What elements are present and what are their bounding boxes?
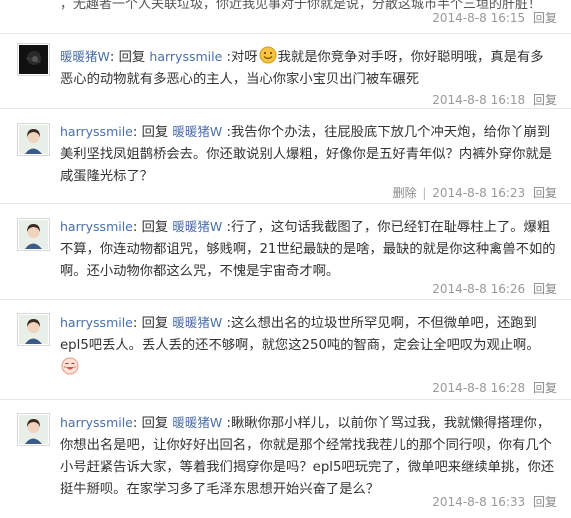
smile-emoji-icon (259, 46, 277, 64)
reply-target-user[interactable]: 暖暖猪W (172, 219, 222, 234)
reply-meta: 2014-8-8 16:28 回复 (432, 379, 557, 396)
reply-content: harryssmile: 回复 暖暖猪W :我告你个办法，往屁股底下放几个冲天炮… (60, 121, 556, 188)
reply-button[interactable]: 回复 (533, 381, 557, 395)
reply-button[interactable]: 回复 (533, 186, 557, 200)
girl-avatar-icon (19, 220, 48, 249)
reply-content: 暖暖猪W: 回复 harryssmile :对呀 我就是你竞争对手呀，你好聪明哦，… (60, 46, 556, 91)
reply-button[interactable]: 回复 (533, 11, 557, 25)
reply-content: harryssmile: 回复 暖暖猪W :瞅瞅你那小样儿，以前你丫骂过我，我就… (60, 412, 556, 501)
reply-author[interactable]: 暖暖猪W (60, 49, 110, 64)
dark-avatar-icon (19, 45, 48, 74)
reply-author[interactable]: harryssmile (60, 415, 133, 430)
reply-meta: 2014-8-8 16:18 回复 (432, 91, 557, 108)
reply-time: 2014-8-8 16:33 (432, 495, 526, 509)
reply-meta: 删除 | 2014-8-8 16:23 回复 (392, 186, 557, 200)
reply-button[interactable]: 回复 (533, 93, 557, 107)
girl-avatar-icon (19, 125, 48, 154)
reply-target-user[interactable]: 暖暖猪W (172, 315, 222, 330)
reply-text: :对呀 (222, 50, 258, 65)
reply-content: harryssmile: 回复 暖暖猪W :行了，这句话我截图了，你已经钉在耻辱… (60, 216, 556, 283)
reply-floor: harryssmile: 回复 暖暖猪W :这么想出名的垃圾世所罕见啊，不但微单… (0, 300, 571, 400)
reply-author[interactable]: harryssmile (60, 219, 133, 234)
reply-floor: harryssmile: 回复 暖暖猪W :行了，这句话我截图了，你已经钉在耻辱… (0, 204, 571, 300)
reply-prefix: : 回复 (132, 416, 173, 431)
reply-prefix: : 回复 (132, 316, 173, 331)
reply-target-user[interactable]: 暖暖猪W (172, 415, 222, 430)
reply-meta: 2014-8-8 16:15 回复 (432, 9, 557, 26)
reply-meta: 2014-8-8 16:26 回复 (432, 280, 557, 297)
reply-time: 2014-8-8 16:18 (432, 93, 526, 107)
partial-reply-floor: ，无趣者一个人关联垃圾，你近我见事对于你就是说，分散这城市半个三垣的肝脏！ 20… (0, 0, 571, 34)
reply-floor: 暖暖猪W: 回复 harryssmile :对呀 我就是你竞争对手呀，你好聪明哦，… (0, 34, 571, 109)
reply-author[interactable]: harryssmile (60, 124, 133, 139)
avatar[interactable] (17, 313, 50, 346)
reply-target-user[interactable]: 暖暖猪W (172, 124, 222, 139)
avatar[interactable] (17, 123, 50, 156)
reply-button[interactable]: 回复 (533, 282, 557, 296)
reply-button[interactable]: 回复 (533, 495, 557, 509)
reply-meta: 2014-8-8 16:33 回复 (432, 493, 557, 510)
reply-floor: harryssmile: 回复 暖暖猪W :我告你个办法，往屁股底下放几个冲天炮… (0, 109, 571, 204)
reply-floor: harryssmile: 回复 暖暖猪W :瞅瞅你那小样儿，以前你丫骂过我，我就… (0, 400, 571, 518)
avatar[interactable] (17, 43, 50, 76)
reply-time: 2014-8-8 16:23 (432, 186, 526, 200)
reply-time: 2014-8-8 16:26 (432, 282, 526, 296)
reply-prefix: : 回复 (132, 125, 173, 140)
reply-prefix: : 回复 (109, 50, 150, 65)
avatar[interactable] (17, 218, 50, 251)
girl-avatar-icon (19, 315, 48, 344)
laugh-emoji-icon (61, 357, 79, 375)
avatar[interactable] (17, 413, 50, 446)
reply-prefix: : 回复 (132, 220, 173, 235)
reply-content: harryssmile: 回复 暖暖猪W :这么想出名的垃圾世所罕见啊，不但微单… (60, 312, 556, 380)
reply-time: 2014-8-8 16:15 (432, 11, 526, 25)
reply-target-user[interactable]: harryssmile (149, 49, 222, 64)
reply-author[interactable]: harryssmile (60, 315, 133, 330)
delete-button[interactable]: 删除 (393, 186, 417, 200)
girl-avatar-icon (19, 415, 48, 444)
reply-thread: ，无趣者一个人关联垃圾，你近我见事对于你就是说，分散这城市半个三垣的肝脏！ 20… (0, 0, 571, 518)
reply-time: 2014-8-8 16:28 (432, 381, 526, 395)
